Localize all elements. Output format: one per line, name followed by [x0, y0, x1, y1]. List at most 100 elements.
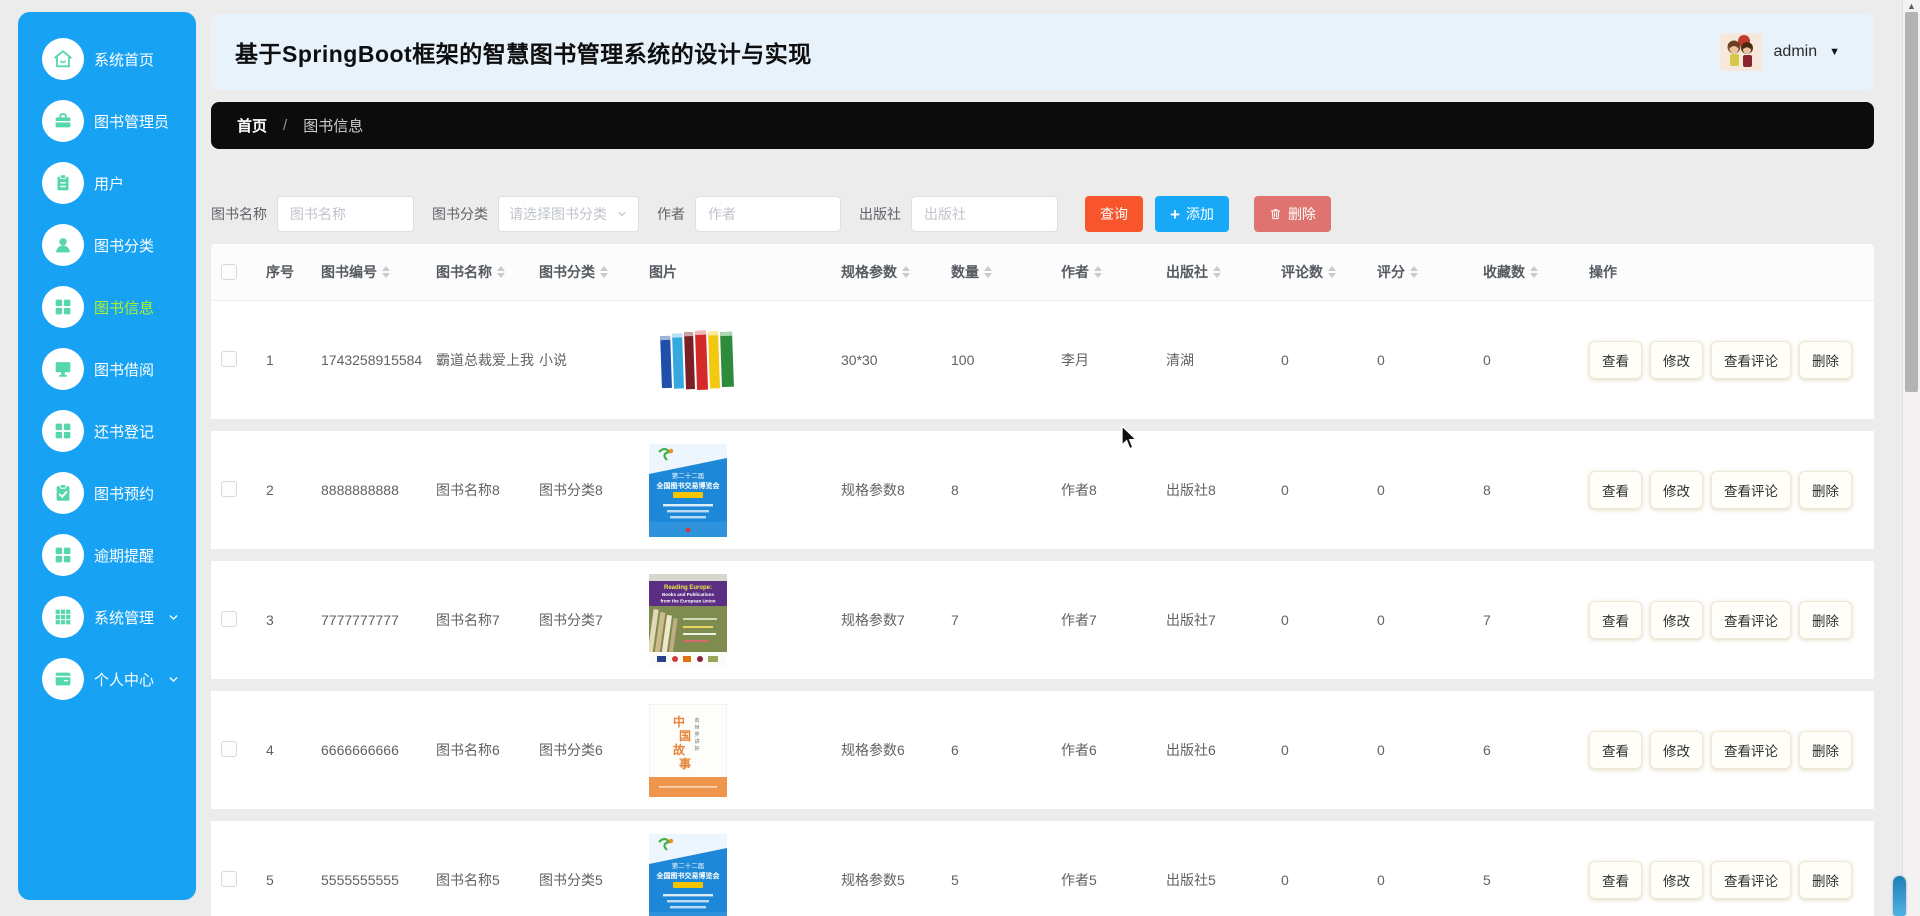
sidebar-item-label: 图书分类 [94, 235, 154, 256]
sidebar-item-users[interactable]: 用户 [18, 152, 196, 214]
cell-author: 作者6 [1051, 740, 1156, 760]
table-row: 37777777777图书名称7图书分类7 Reading Europe: Bo… [211, 561, 1874, 679]
row-delete-button[interactable]: 删除 [1799, 341, 1852, 379]
sort-icon[interactable] [1530, 266, 1538, 278]
column-header[interactable]: 规格参数 [831, 262, 941, 282]
cell-category: 图书分类7 [529, 610, 639, 630]
row-checkbox[interactable] [221, 871, 237, 887]
sort-icon[interactable] [600, 266, 608, 278]
view-comments-button[interactable]: 查看评论 [1711, 731, 1791, 769]
table-row: 11743258915584霸道总裁爱上我小说 30*30100李月清湖000查… [211, 301, 1874, 419]
sidebar-item-book-return[interactable]: 还书登记 [18, 400, 196, 462]
edit-button[interactable]: 修改 [1650, 861, 1703, 899]
user-menu[interactable]: admin ▼ [1720, 14, 1840, 90]
cell-name: 霸道总裁爱上我 [426, 350, 529, 370]
cell-actions: 查看修改查看评论删除 [1579, 601, 1874, 639]
sidebar-item-overdue-reminder[interactable]: 逾期提醒 [18, 524, 196, 586]
column-header[interactable]: 作者 [1051, 262, 1156, 282]
view-button[interactable]: 查看 [1589, 341, 1642, 379]
avatar[interactable] [1720, 33, 1762, 71]
view-comments-button[interactable]: 查看评论 [1711, 341, 1791, 379]
table-row: 28888888888图书名称8图书分类8 第二十二届 全国图书交易博览会 规格… [211, 431, 1874, 549]
category-select[interactable]: 请选择图书分类 [498, 196, 639, 232]
sidebar-item-book-info[interactable]: 图书信息 [18, 276, 196, 338]
cell-author: 作者7 [1051, 610, 1156, 630]
column-header[interactable]: 评分 [1367, 262, 1473, 282]
svg-text:向: 向 [694, 717, 699, 724]
select-all-checkbox[interactable] [221, 264, 237, 280]
breadcrumb-current: 图书信息 [303, 115, 363, 136]
cell-index: 5 [256, 872, 311, 888]
grid-icon [42, 286, 84, 328]
sort-icon[interactable] [1094, 266, 1102, 278]
edit-button[interactable]: 修改 [1650, 601, 1703, 639]
sidebar-item-home[interactable]: 系统首页 [18, 28, 196, 90]
sidebar-item-book-borrow[interactable]: 图书借阅 [18, 338, 196, 400]
author-input[interactable] [695, 196, 841, 232]
publisher-input[interactable] [911, 196, 1058, 232]
edit-button[interactable]: 修改 [1650, 341, 1703, 379]
column-header[interactable]: 图书分类 [529, 262, 639, 282]
cell-author: 作者5 [1051, 870, 1156, 890]
svg-text:中: 中 [673, 714, 685, 729]
sidebar-item-system-manage[interactable]: 系统管理 [18, 586, 196, 648]
sidebar-item-label: 用户 [94, 173, 124, 194]
edit-button[interactable]: 修改 [1650, 731, 1703, 769]
scroll-up-arrow-icon[interactable]: ▲ [1903, 1, 1920, 11]
sort-icon[interactable] [984, 266, 992, 278]
column-header[interactable]: 图书名称 [426, 262, 529, 282]
column-header[interactable]: 出版社 [1156, 262, 1271, 282]
edit-button[interactable]: 修改 [1650, 471, 1703, 509]
cell-actions: 查看修改查看评论删除 [1579, 341, 1874, 379]
row-delete-button[interactable]: 删除 [1799, 861, 1852, 899]
cell-book_id: 6666666666 [311, 742, 426, 758]
book-name-input[interactable] [277, 196, 414, 232]
cell-rating: 0 [1367, 482, 1473, 498]
svg-text:讲: 讲 [694, 738, 699, 745]
view-button[interactable]: 查看 [1589, 601, 1642, 639]
row-delete-button[interactable]: 删除 [1799, 731, 1852, 769]
grid-icon [42, 410, 84, 452]
column-header[interactable]: 评论数 [1271, 262, 1367, 282]
cell-actions: 查看修改查看评论删除 [1579, 731, 1874, 769]
column-header[interactable]: 图书编号 [311, 262, 426, 282]
sidebar-item-book-category[interactable]: 图书分类 [18, 214, 196, 276]
cell-spec: 规格参数6 [831, 740, 941, 760]
view-comments-button[interactable]: 查看评论 [1711, 601, 1791, 639]
row-checkbox[interactable] [221, 351, 237, 367]
svg-text:全国图书交易博览会: 全国图书交易博览会 [656, 481, 721, 490]
view-comments-button[interactable]: 查看评论 [1711, 471, 1791, 509]
cell-cover: 中国故事 向世界讲好 [639, 704, 831, 797]
sidebar-item-book-reserve[interactable]: 图书预约 [18, 462, 196, 524]
sort-icon[interactable] [497, 266, 505, 278]
dropdown-caret-icon: ▼ [1829, 46, 1840, 58]
sort-icon[interactable] [1328, 266, 1336, 278]
row-checkbox[interactable] [221, 481, 237, 497]
delete-button[interactable]: 删除 [1254, 196, 1331, 232]
cell-book_id: 7777777777 [311, 612, 426, 628]
row-delete-button[interactable]: 删除 [1799, 471, 1852, 509]
cell-index: 1 [256, 352, 311, 368]
grid9-icon [42, 596, 84, 638]
add-button[interactable]: +添加 [1155, 196, 1229, 232]
row-checkbox[interactable] [221, 741, 237, 757]
view-button[interactable]: 查看 [1589, 731, 1642, 769]
search-button[interactable]: 查询 [1085, 196, 1143, 232]
sort-icon[interactable] [902, 266, 910, 278]
view-button[interactable]: 查看 [1589, 861, 1642, 899]
view-comments-button[interactable]: 查看评论 [1711, 861, 1791, 899]
sort-icon[interactable] [1410, 266, 1418, 278]
row-delete-button[interactable]: 删除 [1799, 601, 1852, 639]
breadcrumb-home[interactable]: 首页 [237, 115, 267, 136]
sidebar-item-librarian[interactable]: 图书管理员 [18, 90, 196, 152]
sidebar: 系统首页 图书管理员 用户 图书分类 图书信息 图书借阅 还书登记 [18, 12, 196, 900]
row-checkbox[interactable] [221, 611, 237, 627]
sort-icon[interactable] [1213, 266, 1221, 278]
column-header[interactable]: 数量 [941, 262, 1051, 282]
sidebar-item-personal-center[interactable]: 个人中心 [18, 648, 196, 710]
column-header[interactable]: 收藏数 [1473, 262, 1579, 282]
sort-icon[interactable] [382, 266, 390, 278]
scrollbar-thumb[interactable] [1905, 12, 1918, 392]
scrollbar-track[interactable]: ▲ [1902, 0, 1920, 916]
view-button[interactable]: 查看 [1589, 471, 1642, 509]
